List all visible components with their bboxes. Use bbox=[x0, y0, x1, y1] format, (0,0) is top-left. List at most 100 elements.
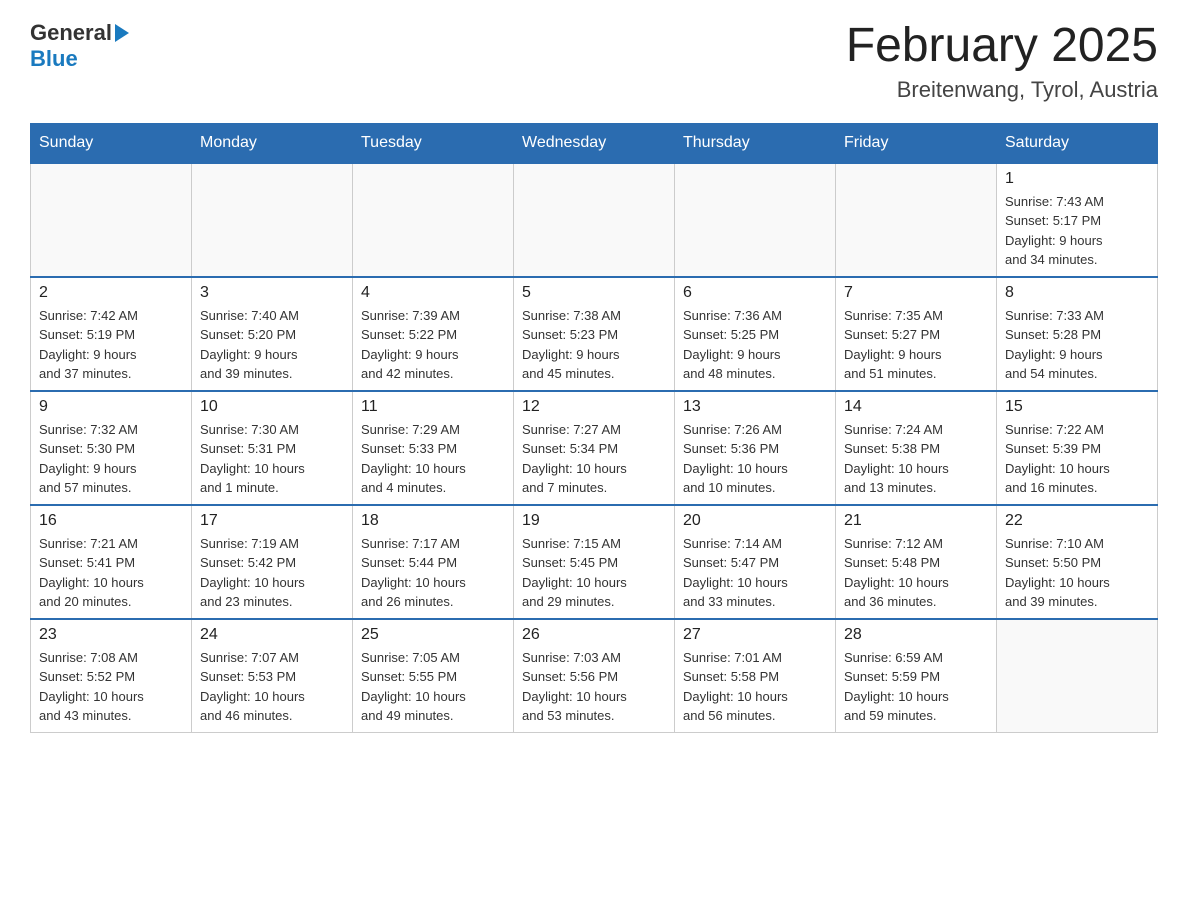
calendar-day-cell: 4 Sunrise: 7:39 AM Sunset: 5:22 PM Daylig… bbox=[353, 277, 514, 391]
calendar-weekday-header: Friday bbox=[836, 123, 997, 163]
calendar-day-cell: 18 Sunrise: 7:17 AM Sunset: 5:44 PM Dayli… bbox=[353, 505, 514, 619]
calendar-empty-cell bbox=[31, 163, 192, 277]
day-info: Sunrise: 7:30 AM Sunset: 5:31 PM Dayligh… bbox=[200, 420, 344, 498]
day-number: 17 bbox=[200, 512, 344, 530]
day-number: 6 bbox=[683, 284, 827, 302]
calendar-day-cell: 15 Sunrise: 7:22 AM Sunset: 5:39 PM Dayli… bbox=[997, 391, 1158, 505]
calendar-week-row: 9 Sunrise: 7:32 AM Sunset: 5:30 PM Daylig… bbox=[31, 391, 1158, 505]
day-info: Sunrise: 7:01 AM Sunset: 5:58 PM Dayligh… bbox=[683, 648, 827, 726]
day-number: 24 bbox=[200, 626, 344, 644]
calendar-weekday-header: Saturday bbox=[997, 123, 1158, 163]
day-info: Sunrise: 7:19 AM Sunset: 5:42 PM Dayligh… bbox=[200, 534, 344, 612]
day-info: Sunrise: 7:08 AM Sunset: 5:52 PM Dayligh… bbox=[39, 648, 183, 726]
calendar-day-cell: 22 Sunrise: 7:10 AM Sunset: 5:50 PM Dayli… bbox=[997, 505, 1158, 619]
day-info: Sunrise: 7:17 AM Sunset: 5:44 PM Dayligh… bbox=[361, 534, 505, 612]
day-info: Sunrise: 7:27 AM Sunset: 5:34 PM Dayligh… bbox=[522, 420, 666, 498]
day-number: 21 bbox=[844, 512, 988, 530]
day-number: 8 bbox=[1005, 284, 1149, 302]
calendar-day-cell: 3 Sunrise: 7:40 AM Sunset: 5:20 PM Daylig… bbox=[192, 277, 353, 391]
day-info: Sunrise: 6:59 AM Sunset: 5:59 PM Dayligh… bbox=[844, 648, 988, 726]
calendar-empty-cell bbox=[353, 163, 514, 277]
page-header: General Blue February 2025 Breitenwang, … bbox=[30, 20, 1158, 103]
calendar-weekday-header: Tuesday bbox=[353, 123, 514, 163]
calendar-header-row: SundayMondayTuesdayWednesdayThursdayFrid… bbox=[31, 123, 1158, 163]
calendar-weekday-header: Monday bbox=[192, 123, 353, 163]
calendar-day-cell: 13 Sunrise: 7:26 AM Sunset: 5:36 PM Dayli… bbox=[675, 391, 836, 505]
day-number: 4 bbox=[361, 284, 505, 302]
calendar-day-cell: 17 Sunrise: 7:19 AM Sunset: 5:42 PM Dayli… bbox=[192, 505, 353, 619]
calendar-subtitle: Breitenwang, Tyrol, Austria bbox=[846, 77, 1158, 103]
day-number: 9 bbox=[39, 398, 183, 416]
day-number: 10 bbox=[200, 398, 344, 416]
day-number: 3 bbox=[200, 284, 344, 302]
calendar-week-row: 2 Sunrise: 7:42 AM Sunset: 5:19 PM Daylig… bbox=[31, 277, 1158, 391]
day-info: Sunrise: 7:21 AM Sunset: 5:41 PM Dayligh… bbox=[39, 534, 183, 612]
day-number: 7 bbox=[844, 284, 988, 302]
day-info: Sunrise: 7:15 AM Sunset: 5:45 PM Dayligh… bbox=[522, 534, 666, 612]
day-number: 28 bbox=[844, 626, 988, 644]
calendar-day-cell: 27 Sunrise: 7:01 AM Sunset: 5:58 PM Dayli… bbox=[675, 619, 836, 733]
day-info: Sunrise: 7:26 AM Sunset: 5:36 PM Dayligh… bbox=[683, 420, 827, 498]
calendar-day-cell: 20 Sunrise: 7:14 AM Sunset: 5:47 PM Dayli… bbox=[675, 505, 836, 619]
day-info: Sunrise: 7:05 AM Sunset: 5:55 PM Dayligh… bbox=[361, 648, 505, 726]
calendar-empty-cell bbox=[192, 163, 353, 277]
day-number: 16 bbox=[39, 512, 183, 530]
logo: General Blue bbox=[30, 20, 129, 72]
day-number: 23 bbox=[39, 626, 183, 644]
day-info: Sunrise: 7:24 AM Sunset: 5:38 PM Dayligh… bbox=[844, 420, 988, 498]
calendar-day-cell: 24Sunrise: 7:07 AM Sunset: 5:53 PM Dayli… bbox=[192, 619, 353, 733]
day-number: 22 bbox=[1005, 512, 1149, 530]
day-info: Sunrise: 7:14 AM Sunset: 5:47 PM Dayligh… bbox=[683, 534, 827, 612]
day-number: 26 bbox=[522, 626, 666, 644]
day-info: Sunrise: 7:43 AM Sunset: 5:17 PM Dayligh… bbox=[1005, 192, 1149, 270]
logo-blue-text: Blue bbox=[30, 46, 78, 72]
calendar-weekday-header: Sunday bbox=[31, 123, 192, 163]
calendar-day-cell: 14 Sunrise: 7:24 AM Sunset: 5:38 PM Dayli… bbox=[836, 391, 997, 505]
day-number: 12 bbox=[522, 398, 666, 416]
day-info: Sunrise: 7:22 AM Sunset: 5:39 PM Dayligh… bbox=[1005, 420, 1149, 498]
calendar-table: SundayMondayTuesdayWednesdayThursdayFrid… bbox=[30, 123, 1158, 733]
calendar-weekday-header: Thursday bbox=[675, 123, 836, 163]
calendar-day-cell: 2 Sunrise: 7:42 AM Sunset: 5:19 PM Daylig… bbox=[31, 277, 192, 391]
day-info: Sunrise: 7:10 AM Sunset: 5:50 PM Dayligh… bbox=[1005, 534, 1149, 612]
day-number: 18 bbox=[361, 512, 505, 530]
day-info: Sunrise: 7:40 AM Sunset: 5:20 PM Dayligh… bbox=[200, 306, 344, 384]
day-info: Sunrise: 7:35 AM Sunset: 5:27 PM Dayligh… bbox=[844, 306, 988, 384]
calendar-empty-cell bbox=[836, 163, 997, 277]
calendar-week-row: 1 Sunrise: 7:43 AM Sunset: 5:17 PM Daylig… bbox=[31, 163, 1158, 277]
calendar-day-cell: 16 Sunrise: 7:21 AM Sunset: 5:41 PM Dayli… bbox=[31, 505, 192, 619]
calendar-empty-cell bbox=[997, 619, 1158, 733]
calendar-day-cell: 26 Sunrise: 7:03 AM Sunset: 5:56 PM Dayli… bbox=[514, 619, 675, 733]
calendar-day-cell: 23 Sunrise: 7:08 AM Sunset: 5:52 PM Dayli… bbox=[31, 619, 192, 733]
day-number: 20 bbox=[683, 512, 827, 530]
day-number: 14 bbox=[844, 398, 988, 416]
day-number: 27 bbox=[683, 626, 827, 644]
calendar-empty-cell bbox=[514, 163, 675, 277]
day-info: Sunrise: 7:39 AM Sunset: 5:22 PM Dayligh… bbox=[361, 306, 505, 384]
calendar-day-cell: 21Sunrise: 7:12 AM Sunset: 5:48 PM Dayli… bbox=[836, 505, 997, 619]
day-info: Sunrise: 7:03 AM Sunset: 5:56 PM Dayligh… bbox=[522, 648, 666, 726]
calendar-day-cell: 11 Sunrise: 7:29 AM Sunset: 5:33 PM Dayli… bbox=[353, 391, 514, 505]
calendar-day-cell: 8 Sunrise: 7:33 AM Sunset: 5:28 PM Daylig… bbox=[997, 277, 1158, 391]
day-info: Sunrise: 7:36 AM Sunset: 5:25 PM Dayligh… bbox=[683, 306, 827, 384]
day-info: Sunrise: 7:29 AM Sunset: 5:33 PM Dayligh… bbox=[361, 420, 505, 498]
day-number: 13 bbox=[683, 398, 827, 416]
calendar-day-cell: 1 Sunrise: 7:43 AM Sunset: 5:17 PM Daylig… bbox=[997, 163, 1158, 277]
calendar-weekday-header: Wednesday bbox=[514, 123, 675, 163]
day-number: 2 bbox=[39, 284, 183, 302]
day-info: Sunrise: 7:42 AM Sunset: 5:19 PM Dayligh… bbox=[39, 306, 183, 384]
day-number: 25 bbox=[361, 626, 505, 644]
title-section: February 2025 Breitenwang, Tyrol, Austri… bbox=[846, 20, 1158, 103]
day-number: 5 bbox=[522, 284, 666, 302]
calendar-day-cell: 7 Sunrise: 7:35 AM Sunset: 5:27 PM Daylig… bbox=[836, 277, 997, 391]
logo-general-text: General bbox=[30, 20, 112, 46]
day-number: 15 bbox=[1005, 398, 1149, 416]
day-number: 1 bbox=[1005, 170, 1149, 188]
day-number: 11 bbox=[361, 398, 505, 416]
calendar-day-cell: 28 Sunrise: 6:59 AM Sunset: 5:59 PM Dayli… bbox=[836, 619, 997, 733]
day-info: Sunrise: 7:32 AM Sunset: 5:30 PM Dayligh… bbox=[39, 420, 183, 498]
calendar-empty-cell bbox=[675, 163, 836, 277]
day-info: Sunrise: 7:38 AM Sunset: 5:23 PM Dayligh… bbox=[522, 306, 666, 384]
day-info: Sunrise: 7:33 AM Sunset: 5:28 PM Dayligh… bbox=[1005, 306, 1149, 384]
calendar-day-cell: 19Sunrise: 7:15 AM Sunset: 5:45 PM Dayli… bbox=[514, 505, 675, 619]
